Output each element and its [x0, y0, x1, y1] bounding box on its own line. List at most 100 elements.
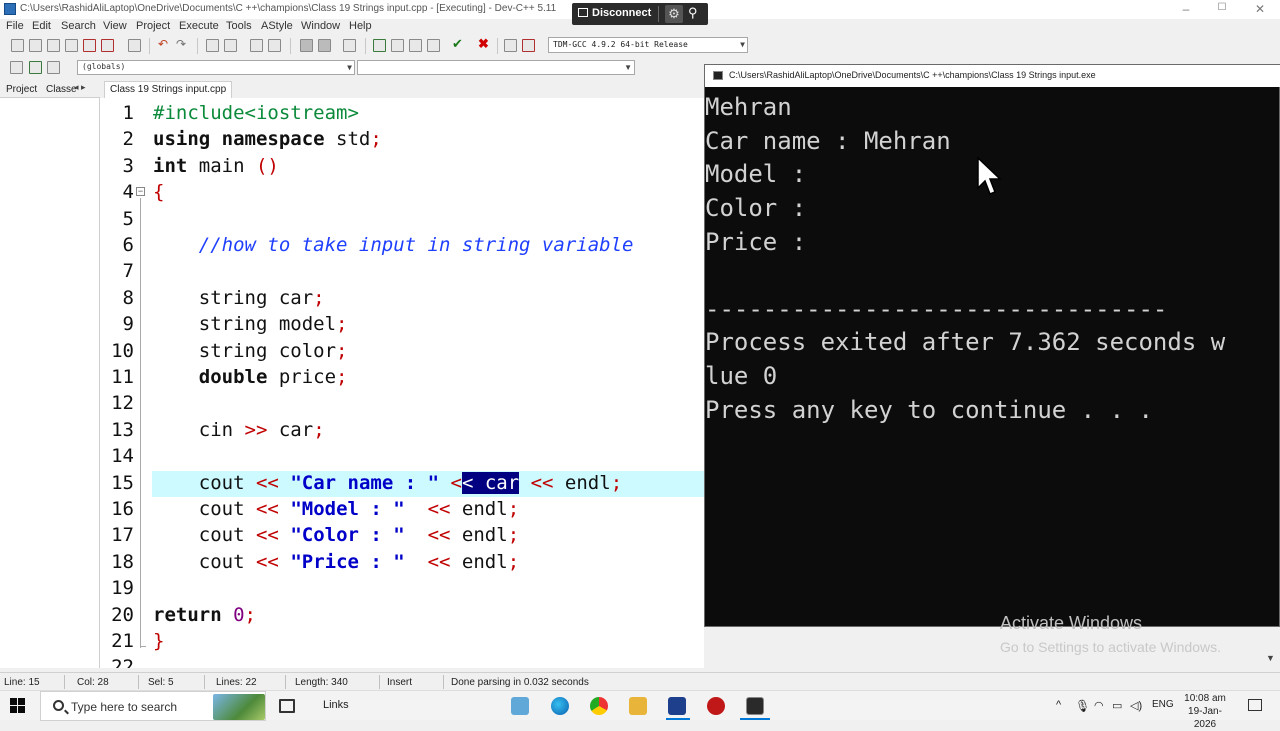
windows-start-icon[interactable] — [10, 698, 26, 714]
code-line: { — [153, 181, 164, 203]
stop-icon[interactable]: ✖ — [478, 36, 491, 51]
console-window[interactable]: C:\Users\RashidAliLaptop\OneDrive\Docume… — [704, 64, 1280, 627]
fold-toggle-icon[interactable]: − — [136, 187, 145, 196]
replace-icon[interactable] — [224, 39, 237, 52]
disconnect-button[interactable]: Disconnect — [578, 7, 651, 19]
task-view-icon[interactable] — [279, 699, 295, 713]
run-icon[interactable] — [391, 39, 404, 52]
operator: << — [255, 551, 279, 573]
goto-forward-icon[interactable] — [318, 39, 331, 52]
taskbar-search-box[interactable]: Type here to search — [40, 691, 266, 721]
tab-project[interactable]: Project — [6, 84, 37, 95]
identifier: main — [187, 155, 256, 177]
close-all-icon[interactable] — [101, 39, 114, 52]
project-panel — [0, 80, 100, 668]
debug-icon[interactable] — [522, 39, 535, 52]
class-browse-icon[interactable] — [10, 61, 23, 74]
goto-definition-icon[interactable] — [47, 61, 60, 74]
function-select[interactable]: ▼ — [357, 60, 635, 75]
microphone-icon[interactable]: 🎙 — [1075, 699, 1090, 713]
line-number: 13 — [111, 419, 134, 441]
recorder-icon[interactable] — [707, 697, 725, 715]
code-line: #include<iostream> — [153, 102, 359, 124]
devcpp-app-icon[interactable] — [4, 3, 16, 15]
globals-select[interactable]: (globals) ▼ — [77, 60, 355, 75]
save-all-icon[interactable] — [65, 39, 78, 52]
tab-class19-strings-input[interactable]: Class 19 Strings input.cpp — [104, 81, 233, 98]
tab-scroll-arrows[interactable]: ◂ ▸ — [74, 82, 86, 93]
indent-icon[interactable] — [250, 39, 263, 52]
globals-select-value: (globals) — [82, 62, 126, 71]
menu-project[interactable]: Project — [136, 20, 170, 32]
toolbar-separator — [497, 38, 498, 54]
volume-icon[interactable]: ◁) — [1130, 699, 1142, 712]
file-explorer-icon[interactable] — [629, 697, 647, 715]
goto-back-icon[interactable] — [300, 39, 313, 52]
code-line: using namespace std; — [153, 128, 382, 150]
menu-file[interactable]: File — [6, 20, 24, 32]
compile-run-icon[interactable] — [409, 39, 422, 52]
console-title-bar[interactable]: C:\Users\RashidAliLaptop\OneDrive\Docume… — [705, 65, 1280, 87]
links-toolbar[interactable]: Links — [323, 699, 349, 711]
goto-declaration-icon[interactable] — [29, 61, 42, 74]
scroll-down-icon[interactable]: ▼ — [1266, 653, 1275, 663]
statement: string car — [198, 287, 314, 309]
edge-icon[interactable] — [551, 697, 569, 715]
language-indicator[interactable]: ENG — [1152, 699, 1174, 710]
compiler-select[interactable]: TDM-GCC 4.9.2 64-bit Release ▼ — [548, 37, 748, 53]
menu-search[interactable]: Search — [61, 20, 96, 32]
menu-window[interactable]: Window — [301, 20, 340, 32]
chevron-down-icon: ▼ — [624, 63, 632, 72]
redo-icon[interactable]: ↷ — [176, 37, 189, 51]
fold-guide-end — [140, 646, 146, 647]
operator: << — [427, 498, 451, 520]
devcpp-taskbar-icon[interactable] — [668, 697, 686, 715]
code-line: //how to take input in string variable — [153, 234, 634, 256]
maximize-button[interactable]: ☐ — [1212, 2, 1232, 13]
menu-tools[interactable]: Tools — [226, 20, 252, 32]
undo-icon[interactable]: ↶ — [158, 37, 171, 51]
code-line: string model; — [153, 313, 348, 335]
new-file-icon[interactable] — [11, 39, 24, 52]
brace: } — [153, 630, 165, 652]
chrome-icon[interactable] — [590, 697, 608, 715]
notepad-icon[interactable] — [511, 697, 529, 715]
console-taskbar-icon[interactable] — [746, 697, 764, 715]
minimize-button[interactable]: – — [1176, 2, 1196, 16]
menu-help[interactable]: Help — [349, 20, 372, 32]
notification-center-icon[interactable] — [1248, 699, 1262, 711]
tray-overflow-icon[interactable]: ^ — [1056, 699, 1061, 711]
find-icon[interactable] — [206, 39, 219, 52]
clock-time: 10:08 am — [1184, 693, 1226, 704]
status-bar: Line: 15 Col: 28 Sel: 5 Lines: 22 Length… — [0, 672, 1280, 690]
semicolon: ; — [313, 419, 325, 441]
menu-edit[interactable]: Edit — [32, 20, 51, 32]
rebuild-icon[interactable] — [427, 39, 440, 52]
compile-icon[interactable] — [373, 39, 386, 52]
close-file-icon[interactable] — [83, 39, 96, 52]
battery-icon[interactable]: ▭ — [1112, 699, 1122, 712]
chart-icon[interactable] — [504, 39, 517, 52]
menu-view[interactable]: View — [103, 20, 127, 32]
open-icon[interactable] — [29, 39, 42, 52]
syntax-check-icon[interactable]: ✔ — [452, 36, 465, 51]
save-icon[interactable] — [47, 39, 60, 52]
system-clock[interactable]: 10:08 am 19-Jan-2026 — [1180, 692, 1230, 731]
toolbar-separator — [197, 38, 198, 54]
code-line: } — [153, 630, 164, 652]
code-editor[interactable]: − 1 2 3 4 5 6 7 8 9 10 11 12 13 14 15 16… — [100, 98, 704, 668]
console-output-line: Mehran — [705, 93, 792, 121]
semicolon: ; — [370, 128, 382, 150]
tab-classes[interactable]: Classe — [46, 84, 77, 95]
bookmark-icon[interactable] — [343, 39, 356, 52]
code-line: string car; — [153, 287, 325, 309]
divider — [443, 675, 444, 689]
unindent-icon[interactable] — [268, 39, 281, 52]
close-button[interactable]: ✕ — [1250, 2, 1270, 16]
print-icon[interactable] — [128, 39, 141, 52]
wifi-icon[interactable]: ◠ — [1094, 699, 1104, 712]
menu-execute[interactable]: Execute — [179, 20, 219, 32]
menu-astyle[interactable]: AStyle — [261, 20, 293, 32]
code-line: cout << "Model : " << endl; — [153, 498, 519, 520]
mouse-pointer-icon — [977, 156, 1002, 195]
